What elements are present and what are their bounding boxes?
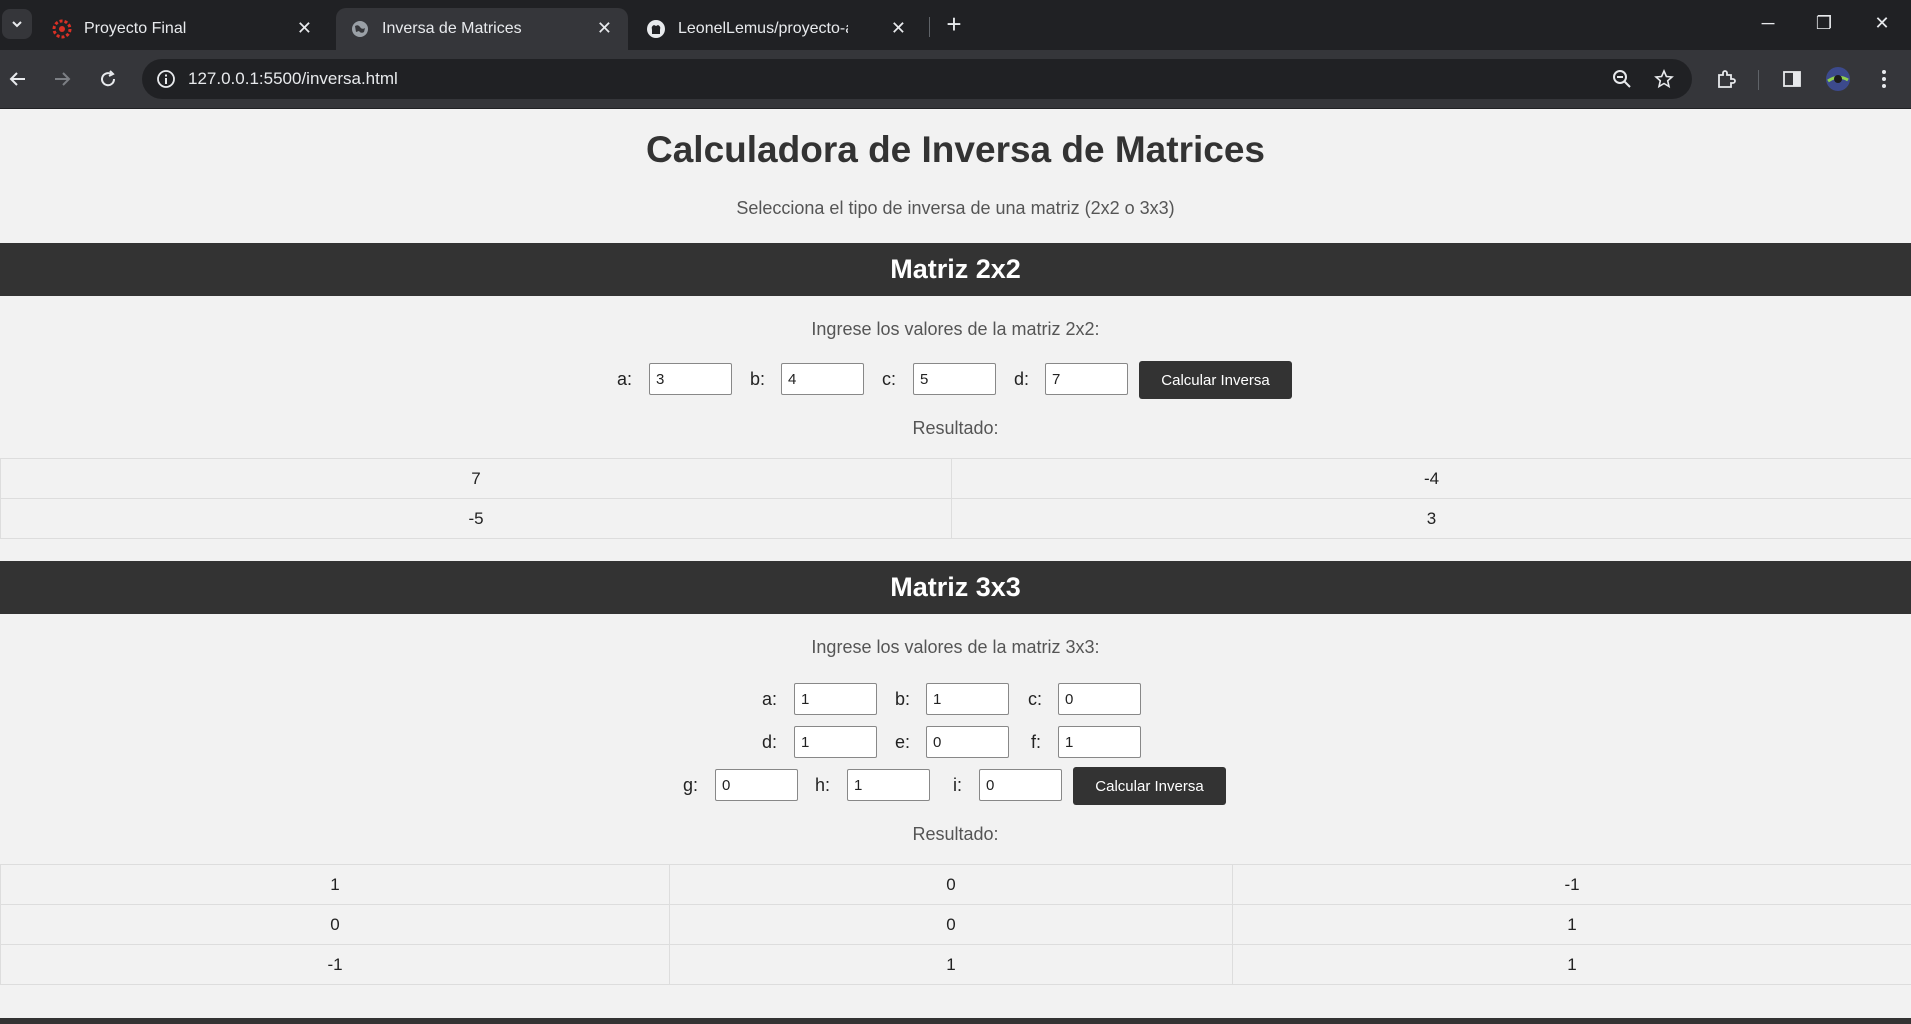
label-b: b: — [750, 369, 766, 389]
tab-inversa-de-matrices[interactable]: Inversa de Matrices ✕ — [336, 8, 628, 50]
input-2x2-a[interactable] — [649, 363, 732, 395]
tab-title: Inversa de Matrices — [382, 20, 522, 37]
result-cell: 0 — [669, 904, 1233, 945]
label-b: b: — [895, 689, 911, 709]
footer-bar — [0, 1018, 1911, 1024]
label-i: i: — [953, 775, 962, 795]
input-3x3-a[interactable] — [794, 683, 877, 715]
gear-favicon-icon — [52, 19, 72, 39]
address-bar[interactable]: 127.0.0.1:5500/inversa.html — [142, 59, 1692, 99]
restore-icon[interactable]: ❐ — [1804, 8, 1844, 38]
result-cell: 0 — [0, 904, 670, 945]
kebab-menu-icon[interactable] — [1868, 63, 1900, 95]
input-3x3-c[interactable] — [1058, 683, 1141, 715]
matrix-3x3-inputs-row-3: g: h: i: Calcular Inversa — [0, 767, 1911, 805]
input-3x3-g[interactable] — [715, 769, 798, 801]
table-row: 1 0 -1 — [0, 864, 1911, 905]
input-3x3-i[interactable] — [979, 769, 1062, 801]
result-2x2-table: 7 -4 -5 3 — [0, 458, 1911, 539]
tab-separator — [929, 17, 930, 37]
result-2x2-label: Resultado: — [912, 418, 999, 438]
label-a: a: — [617, 369, 633, 389]
close-icon[interactable]: ✕ — [597, 18, 612, 39]
matrix-3x3-inputs-row-1: a: b: c: — [0, 681, 1911, 719]
input-2x2-c[interactable] — [913, 363, 996, 395]
close-icon[interactable]: ✕ — [891, 18, 906, 39]
profile-avatar-icon[interactable] — [1822, 63, 1854, 95]
label-e: e: — [895, 732, 911, 752]
matrix-2x2-prompt: Ingrese los valores de la matriz 2x2: — [811, 319, 1100, 339]
input-3x3-f[interactable] — [1058, 726, 1141, 758]
result-cell: -4 — [951, 458, 1911, 499]
label-d: d: — [762, 732, 778, 752]
back-arrow-icon[interactable] — [2, 63, 34, 95]
window-close-icon[interactable]: ✕ — [1862, 8, 1902, 38]
result-cell: 0 — [669, 864, 1233, 905]
result-cell: -1 — [1232, 864, 1911, 905]
input-2x2-b[interactable] — [781, 363, 864, 395]
matrix-3x3-inputs-row-2: d: e: f: — [0, 724, 1911, 762]
tab-bar: Proyecto Final ✕ Inversa de Matrices ✕ L… — [0, 0, 1911, 50]
result-cell: 7 — [0, 458, 952, 499]
tab-proyecto-final[interactable]: Proyecto Final ✕ — [38, 8, 328, 50]
browser-toolbar: 127.0.0.1:5500/inversa.html — [0, 50, 1911, 109]
url-text: 127.0.0.1:5500/inversa.html — [188, 69, 398, 88]
calculate-inverse-2x2-button[interactable]: Calcular Inversa — [1139, 361, 1292, 399]
extensions-puzzle-icon[interactable] — [1710, 63, 1742, 95]
input-2x2-d[interactable] — [1045, 363, 1128, 395]
matrix-3x3-header: Matriz 3x3 — [0, 561, 1911, 614]
side-panel-icon[interactable] — [1776, 63, 1808, 95]
reload-icon[interactable] — [92, 63, 124, 95]
calculate-inverse-3x3-button[interactable]: Calcular Inversa — [1073, 767, 1226, 805]
table-row: 7 -4 — [0, 458, 1911, 499]
bookmark-star-icon[interactable] — [1650, 65, 1678, 93]
toolbar-separator — [1758, 70, 1759, 90]
result-3x3-table: 1 0 -1 0 0 1 -1 1 1 — [0, 864, 1911, 985]
label-a: a: — [762, 689, 778, 709]
table-row: 0 0 1 — [0, 904, 1911, 945]
label-f: f: — [1031, 732, 1042, 752]
forward-arrow-icon[interactable] — [46, 63, 78, 95]
input-3x3-e[interactable] — [926, 726, 1009, 758]
close-icon[interactable]: ✕ — [297, 18, 312, 39]
result-cell: 1 — [669, 944, 1233, 985]
tab-title: LeonelLemus/proyecto-algebra — [678, 20, 848, 37]
input-3x3-b[interactable] — [926, 683, 1009, 715]
table-row: -5 3 — [0, 498, 1911, 539]
label-g: g: — [683, 775, 699, 795]
chevron-down-icon — [12, 21, 22, 28]
matrix-2x2-inputs: a: b: c: d: Calcular Inversa — [0, 361, 1911, 399]
page-title: Calculadora de Inversa de Matrices — [646, 129, 1265, 170]
label-c: c: — [882, 369, 897, 389]
result-cell: 1 — [0, 864, 670, 905]
input-3x3-h[interactable] — [847, 769, 930, 801]
minimize-icon[interactable]: ─ — [1748, 8, 1788, 38]
new-tab-plus-icon[interactable]: + — [940, 10, 968, 38]
github-favicon-icon — [646, 19, 666, 39]
matrix-3x3-prompt: Ingrese los valores de la matriz 3x3: — [811, 637, 1100, 657]
input-3x3-d[interactable] — [794, 726, 877, 758]
result-cell: 1 — [1232, 944, 1911, 985]
result-cell: -1 — [0, 944, 670, 985]
result-cell: 3 — [951, 498, 1911, 539]
tab-title: Proyecto Final — [84, 20, 187, 37]
globe-favicon-icon — [350, 19, 370, 39]
page-subtitle: Selecciona el tipo de inversa de una mat… — [736, 198, 1175, 218]
result-cell: 1 — [1232, 904, 1911, 945]
matrix-2x2-header: Matriz 2x2 — [0, 243, 1911, 296]
label-d: d: — [1014, 369, 1030, 389]
label-c: c: — [1028, 689, 1043, 709]
table-row: -1 1 1 — [0, 944, 1911, 985]
result-cell: -5 — [0, 498, 952, 539]
result-3x3-label: Resultado: — [912, 824, 999, 844]
site-info-icon[interactable] — [152, 65, 180, 93]
tab-search-button[interactable] — [2, 9, 32, 39]
label-h: h: — [815, 775, 831, 795]
zoom-icon[interactable] — [1608, 65, 1636, 93]
tab-github-repo[interactable]: LeonelLemus/proyecto-algebra ✕ — [632, 8, 922, 50]
page-content: Calculadora de Inversa de Matrices Selec… — [0, 109, 1911, 1024]
